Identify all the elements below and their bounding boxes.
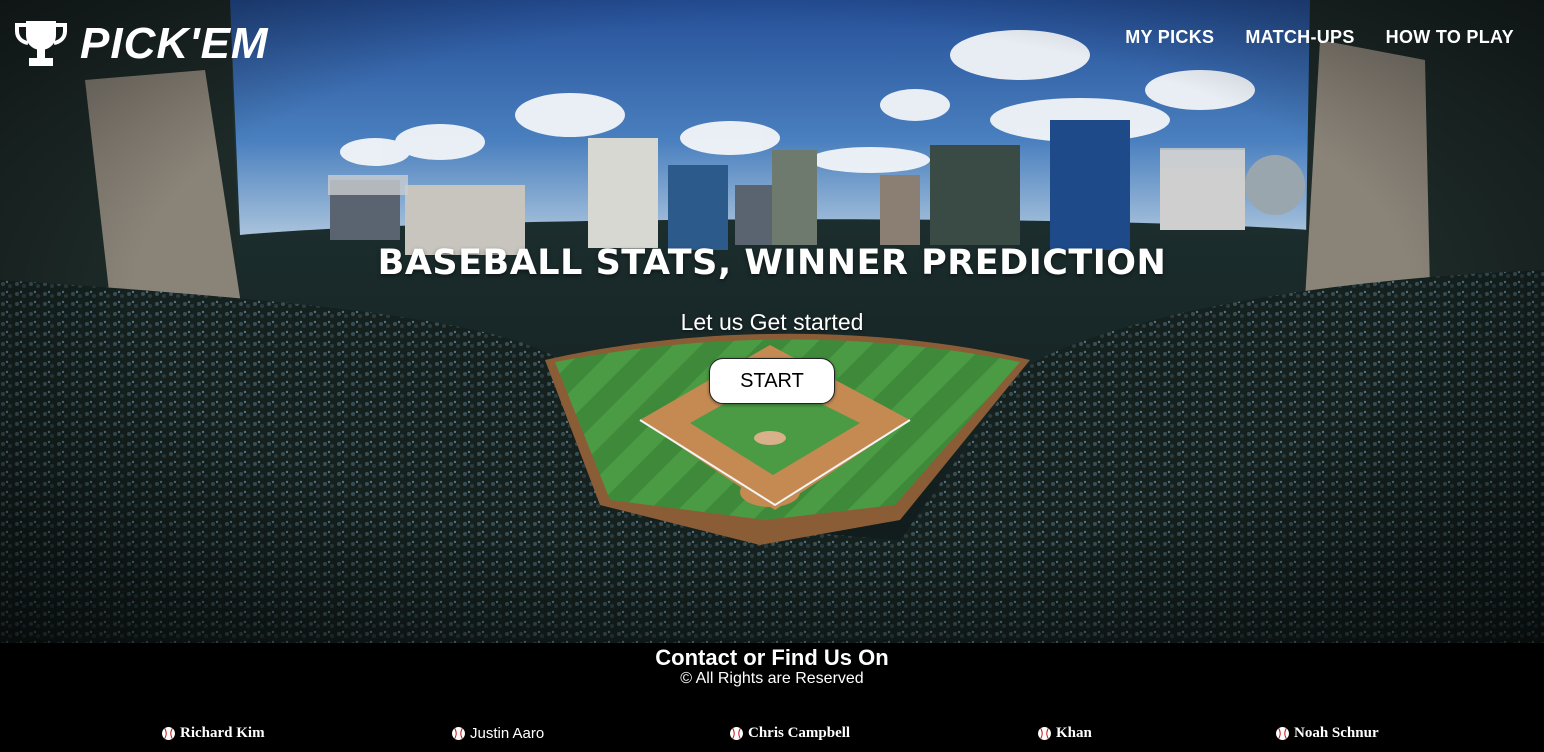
nav-match-ups[interactable]: MATCH-UPS (1245, 27, 1354, 48)
team-member-name: Khan (1056, 725, 1092, 741)
copyright-text: © All Rights are Reserved (680, 670, 864, 687)
team-member-link[interactable]: Justin Aaro (451, 725, 544, 742)
team-member-link[interactable]: Richard Kim (161, 725, 265, 742)
hero-headline: BASEBALL STATS, WINNER PREDICTION (377, 243, 1167, 283)
main-nav: MY PICKS MATCH-UPS HOW TO PLAY (1125, 27, 1514, 48)
brand-logo[interactable]: PICK'EM (14, 19, 269, 69)
team-member-name: Justin Aaro (470, 725, 545, 742)
team-member-link[interactable]: Noah Schnur (1275, 725, 1379, 742)
nav-how-to-play[interactable]: HOW TO PLAY (1386, 27, 1514, 48)
trophy-icon (15, 21, 67, 66)
start-button[interactable]: START (709, 358, 835, 404)
baseball-icon (1037, 726, 1052, 741)
nav-my-picks[interactable]: MY PICKS (1125, 27, 1214, 48)
team-member-name: Chris Campbell (748, 725, 851, 741)
hero-section: PICK'EM MY PICKS MATCH-UPS HOW TO PLAY B… (0, 0, 1544, 643)
baseball-icon (451, 726, 466, 741)
team-member-link[interactable]: Chris Campbell (729, 725, 850, 742)
baseball-icon (1275, 726, 1290, 741)
team-member-name: Richard Kim (180, 725, 265, 741)
footer-title: Contact or Find Us On (655, 645, 889, 670)
hero-tagline: Let us Get started (680, 309, 864, 335)
team-member-name: Noah Schnur (1294, 725, 1379, 741)
baseball-icon (161, 726, 176, 741)
brand-name: PICK'EM (80, 19, 269, 68)
team-member-link[interactable]: Khan (1037, 725, 1092, 742)
baseball-icon (729, 726, 744, 741)
footer: Contact or Find Us On © All Rights are R… (0, 643, 1544, 752)
